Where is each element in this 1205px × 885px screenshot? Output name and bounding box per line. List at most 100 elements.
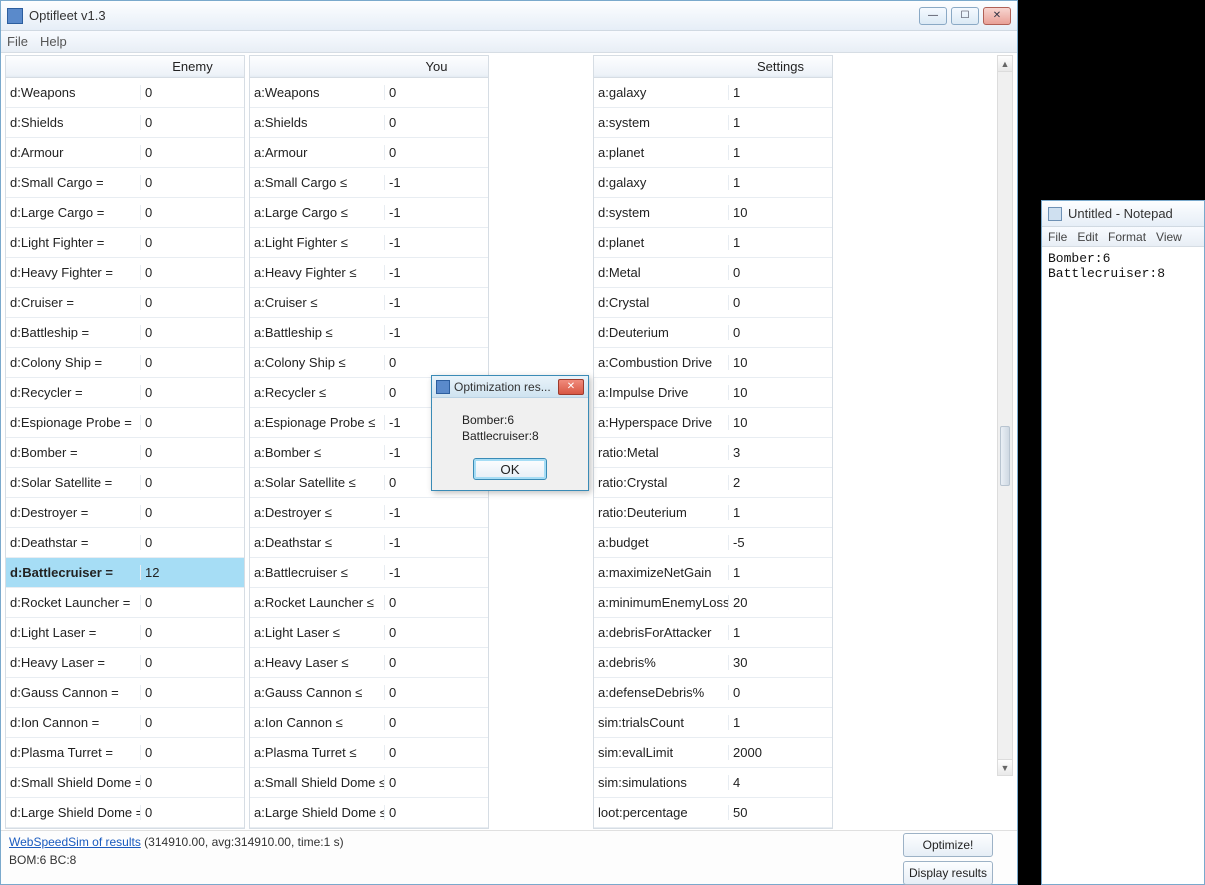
enemy-row-value[interactable]: 0 [141, 415, 244, 430]
enemy-row[interactable]: d:Rocket Launcher =0 [6, 588, 244, 618]
settings-row[interactable]: a:minimumEnemyLoss%20 [594, 588, 832, 618]
settings-row-value[interactable]: 0 [729, 325, 832, 340]
settings-row-name[interactable]: ratio:Deuterium [594, 505, 729, 520]
optimize-button[interactable]: Optimize! [903, 833, 993, 857]
you-row[interactable]: a:Small Cargo ≤-1 [250, 168, 488, 198]
settings-row[interactable]: sim:simulations4 [594, 768, 832, 798]
you-row-value[interactable]: 0 [385, 715, 488, 730]
settings-row-value[interactable]: 1 [729, 145, 832, 160]
settings-row-name[interactable]: a:debris% [594, 655, 729, 670]
you-row-name[interactable]: a:Large Shield Dome ≤ [250, 805, 385, 820]
settings-row-name[interactable]: a:maximizeNetGain [594, 565, 729, 580]
enemy-row[interactable]: d:Heavy Fighter =0 [6, 258, 244, 288]
dialog-ok-button[interactable]: OK [473, 458, 547, 480]
enemy-row[interactable]: d:Large Cargo =0 [6, 198, 244, 228]
enemy-row[interactable]: d:Weapons0 [6, 78, 244, 108]
display-results-button[interactable]: Display results [903, 861, 993, 885]
you-row[interactable]: a:Large Cargo ≤-1 [250, 198, 488, 228]
enemy-row[interactable]: d:Deathstar =0 [6, 528, 244, 558]
you-row-value[interactable]: 0 [385, 655, 488, 670]
you-row-value[interactable]: 0 [385, 355, 488, 370]
enemy-row-value[interactable]: 0 [141, 355, 244, 370]
enemy-row-name[interactable]: d:Colony Ship = [6, 355, 141, 370]
enemy-row-value[interactable]: 0 [141, 205, 244, 220]
settings-row[interactable]: ratio:Crystal2 [594, 468, 832, 498]
settings-row[interactable]: d:system10 [594, 198, 832, 228]
enemy-row[interactable]: d:Bomber =0 [6, 438, 244, 468]
settings-row-name[interactable]: sim:simulations [594, 775, 729, 790]
titlebar[interactable]: Optifleet v1.3 — ☐ ✕ [1, 1, 1017, 31]
you-col-value[interactable]: You [385, 59, 488, 74]
enemy-row[interactable]: d:Plasma Turret =0 [6, 738, 244, 768]
settings-row-value[interactable]: 2000 [729, 745, 832, 760]
settings-row-name[interactable]: ratio:Crystal [594, 475, 729, 490]
enemy-row-value[interactable]: 0 [141, 295, 244, 310]
you-row-value[interactable]: 0 [385, 145, 488, 160]
you-row-value[interactable]: -1 [385, 325, 488, 340]
you-row-value[interactable]: 0 [385, 85, 488, 100]
you-row[interactable]: a:Light Fighter ≤-1 [250, 228, 488, 258]
you-row-name[interactable]: a:Colony Ship ≤ [250, 355, 385, 370]
enemy-row-value[interactable]: 0 [141, 145, 244, 160]
settings-row-value[interactable]: 1 [729, 115, 832, 130]
enemy-row[interactable]: d:Cruiser =0 [6, 288, 244, 318]
enemy-row-name[interactable]: d:Rocket Launcher = [6, 595, 141, 610]
you-row-value[interactable]: -1 [385, 505, 488, 520]
enemy-row-value[interactable]: 0 [141, 655, 244, 670]
you-row-value[interactable]: 0 [385, 685, 488, 700]
you-row[interactable]: a:Shields0 [250, 108, 488, 138]
enemy-row[interactable]: d:Small Shield Dome =0 [6, 768, 244, 798]
enemy-row-value[interactable]: 0 [141, 115, 244, 130]
enemy-row[interactable]: d:Light Laser =0 [6, 618, 244, 648]
you-row[interactable]: a:Armour0 [250, 138, 488, 168]
you-row-value[interactable]: 0 [385, 805, 488, 820]
you-row-name[interactable]: a:Weapons [250, 85, 385, 100]
enemy-row-name[interactable]: d:Plasma Turret = [6, 745, 141, 760]
settings-row-value[interactable]: 0 [729, 295, 832, 310]
you-row-value[interactable]: -1 [385, 265, 488, 280]
you-row-name[interactable]: a:Light Laser ≤ [250, 625, 385, 640]
enemy-row-name[interactable]: d:Destroyer = [6, 505, 141, 520]
enemy-row-value[interactable]: 0 [141, 775, 244, 790]
enemy-row-name[interactable]: d:Deathstar = [6, 535, 141, 550]
settings-row-value[interactable]: 1 [729, 235, 832, 250]
settings-row-name[interactable]: d:Metal [594, 265, 729, 280]
enemy-row[interactable]: d:Destroyer =0 [6, 498, 244, 528]
enemy-row-name[interactable]: d:Weapons [6, 85, 141, 100]
you-row-name[interactable]: a:Gauss Cannon ≤ [250, 685, 385, 700]
you-row-name[interactable]: a:Solar Satellite ≤ [250, 475, 385, 490]
settings-row[interactable]: a:maximizeNetGain1 [594, 558, 832, 588]
you-row-name[interactable]: a:Small Cargo ≤ [250, 175, 385, 190]
enemy-row-value[interactable]: 0 [141, 265, 244, 280]
settings-row[interactable]: a:system1 [594, 108, 832, 138]
enemy-col-value[interactable]: Enemy [141, 59, 244, 74]
you-row-name[interactable]: a:Battleship ≤ [250, 325, 385, 340]
you-row-value[interactable]: 0 [385, 115, 488, 130]
settings-row[interactable]: a:Combustion Drive10 [594, 348, 832, 378]
enemy-row-value[interactable]: 0 [141, 715, 244, 730]
settings-row-value[interactable]: 1 [729, 505, 832, 520]
you-row[interactable]: a:Plasma Turret ≤0 [250, 738, 488, 768]
enemy-row-name[interactable]: d:Light Fighter = [6, 235, 141, 250]
notepad-menu-file[interactable]: File [1048, 230, 1067, 244]
you-row-name[interactable]: a:Battlecruiser ≤ [250, 565, 385, 580]
notepad-titlebar[interactable]: Untitled - Notepad [1042, 201, 1204, 227]
settings-row-value[interactable]: 1 [729, 85, 832, 100]
you-row-name[interactable]: a:Espionage Probe ≤ [250, 415, 385, 430]
you-row-name[interactable]: a:Destroyer ≤ [250, 505, 385, 520]
settings-row[interactable]: sim:evalLimit2000 [594, 738, 832, 768]
you-row-name[interactable]: a:Rocket Launcher ≤ [250, 595, 385, 610]
settings-row-name[interactable]: d:planet [594, 235, 729, 250]
you-row-value[interactable]: -1 [385, 535, 488, 550]
you-row[interactable]: a:Battleship ≤-1 [250, 318, 488, 348]
settings-row[interactable]: a:Hyperspace Drive10 [594, 408, 832, 438]
maximize-button[interactable]: ☐ [951, 7, 979, 25]
scroll-up-icon[interactable]: ▲ [998, 56, 1012, 72]
enemy-row-name[interactable]: d:Light Laser = [6, 625, 141, 640]
menu-file[interactable]: File [7, 34, 28, 49]
enemy-row-value[interactable]: 0 [141, 475, 244, 490]
enemy-row[interactable]: d:Ion Cannon =0 [6, 708, 244, 738]
enemy-row-name[interactable]: d:Espionage Probe = [6, 415, 141, 430]
enemy-row-value[interactable]: 0 [141, 535, 244, 550]
you-row-value[interactable]: 0 [385, 745, 488, 760]
